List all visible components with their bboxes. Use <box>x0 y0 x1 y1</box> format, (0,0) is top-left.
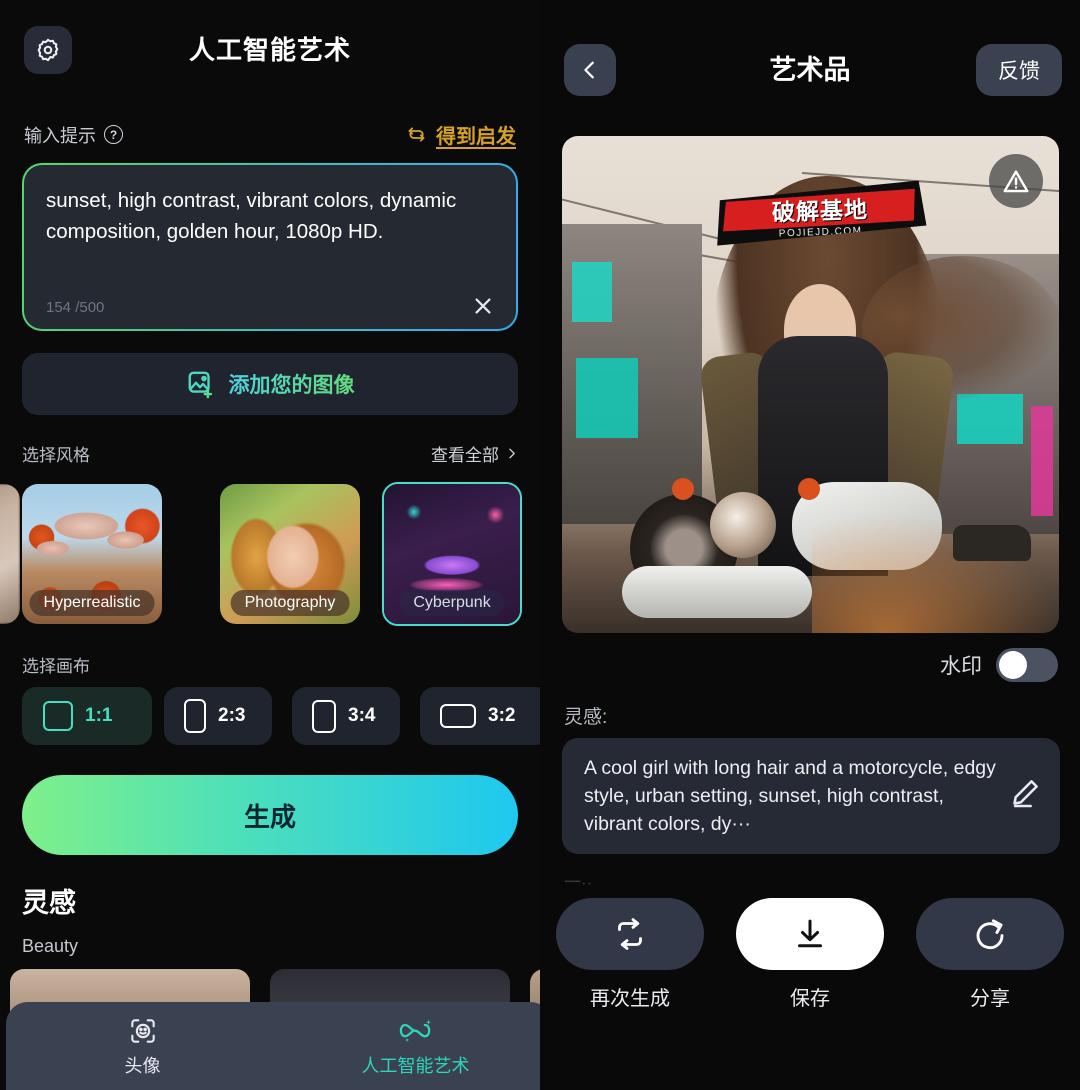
char-counter: 154 /500 <box>46 299 105 316</box>
landscape-shape-icon <box>440 704 476 728</box>
question-icon[interactable]: ? <box>104 125 123 144</box>
clear-prompt-button[interactable] <box>468 291 498 321</box>
chevron-right-icon <box>509 448 515 459</box>
motorcycle-indicator <box>798 478 820 500</box>
watermark-frame: 破解基地 POJIEJD.COM <box>713 180 927 245</box>
add-your-image-label: 添加您的图像 <box>229 369 355 399</box>
prompt-text: sunset, high contrast, vibrant colors, d… <box>46 189 457 243</box>
action-label: 保存 <box>790 988 830 1010</box>
warning-badge[interactable] <box>989 154 1043 208</box>
inspiration-title: 灵感 <box>22 888 76 918</box>
page-title: 人工智能艺术 <box>188 35 351 65</box>
pencil-icon <box>1013 780 1038 808</box>
action-share[interactable]: 分享 <box>900 898 1080 1011</box>
style-card-label: Photography <box>230 590 350 616</box>
style-card[interactable]: Hyperrealistic <box>22 484 162 624</box>
left-header: 人工智能艺术 <box>0 0 540 100</box>
see-all-label: 查看全部 <box>431 446 499 465</box>
canvas-title: 选择画布 <box>22 657 90 676</box>
ratio-selector: 1:1 2:3 3:4 3:2 <box>0 687 540 749</box>
save-button[interactable] <box>736 898 884 970</box>
warning-icon <box>1003 170 1029 193</box>
style-card[interactable] <box>0 484 20 624</box>
motorcycle-fender <box>622 566 812 618</box>
watermark-overlay: 破解基地 POJIEJD.COM <box>713 180 927 245</box>
tab-label: 人工智能艺术 <box>361 1055 470 1076</box>
ratio-label: 1:1 <box>85 705 113 726</box>
action-label: 再次生成 <box>590 988 670 1010</box>
refresh-icon <box>408 127 425 142</box>
app-root: 人工智能艺术 输入提示 ? 得到启发 sunset, high contrast… <box>0 0 1080 1090</box>
bottom-tabbar: 头像 人工智能艺术 <box>6 1002 540 1090</box>
motorcycle-indicator <box>672 478 694 500</box>
ratio-option-3-2[interactable]: 3:2 <box>420 687 540 745</box>
prompt-label-row: 输入提示 ? 得到启发 <box>0 120 540 149</box>
inspiration-label: 灵感: <box>564 707 608 728</box>
styles-title: 选择风格 <box>22 446 90 465</box>
ratio-label: 3:2 <box>488 705 516 726</box>
feedback-button[interactable]: 反馈 <box>976 44 1062 96</box>
action-save[interactable]: 保存 <box>720 898 900 1011</box>
style-card-label: Hyperrealistic <box>29 590 155 616</box>
prompt-label: 输入提示 <box>24 125 96 146</box>
prompt-input-wrapper: sunset, high contrast, vibrant colors, d… <box>22 163 518 331</box>
portrait-shape-icon <box>184 699 206 733</box>
square-shape-icon <box>43 701 73 731</box>
download-icon <box>798 919 822 948</box>
generate-button[interactable]: 生成 <box>22 775 518 855</box>
get-inspired-label: 得到启发 <box>436 126 516 148</box>
add-your-image-button[interactable]: 添加您的图像 <box>22 353 518 415</box>
tab-label: 头像 <box>124 1055 161 1076</box>
inspiration-prompt-box[interactable]: A cool girl with long hair and a motorcy… <box>562 738 1060 854</box>
ai-sparkle-icon <box>399 1019 431 1042</box>
regenerate-button[interactable] <box>556 898 704 970</box>
tab-avatar[interactable]: 头像 <box>6 1002 279 1090</box>
neon-sign <box>572 262 612 322</box>
left-panel: 人工智能艺术 输入提示 ? 得到启发 sunset, high contrast… <box>0 0 540 1090</box>
right-panel: 艺术品 反馈 破解基地 POJIEJD.COM 水印 灵感: A cool gi… <box>540 0 1080 1090</box>
toggle-knob <box>999 651 1027 679</box>
edit-prompt-button[interactable] <box>1008 776 1042 810</box>
share-button[interactable] <box>916 898 1064 970</box>
see-all-styles-button[interactable]: 查看全部 <box>431 441 518 466</box>
ratio-label: 3:4 <box>348 705 376 726</box>
action-bar: 再次生成 保存 分享 <box>540 898 1080 1011</box>
portrait-shape-icon <box>312 699 336 733</box>
image-plus-icon <box>188 371 212 399</box>
watermark-toggle[interactable] <box>996 648 1058 682</box>
prompt-label-group: 输入提示 ? <box>24 122 123 148</box>
truncated-text: 一·· <box>564 873 593 892</box>
regenerate-icon <box>618 918 642 950</box>
close-icon <box>475 298 491 314</box>
get-inspired-button[interactable]: 得到启发 <box>406 120 516 149</box>
neon-sign <box>1031 406 1053 516</box>
action-regenerate[interactable]: 再次生成 <box>540 898 720 1011</box>
neon-sign <box>576 358 638 438</box>
style-card[interactable]: Photography <box>220 484 360 624</box>
style-carousel[interactable]: Hyperrealistic Photography Cyberpunk <box>0 478 540 630</box>
styles-header: 选择风格 查看全部 <box>0 441 540 466</box>
motorcycle-headlight <box>710 492 776 558</box>
action-label: 分享 <box>970 988 1010 1010</box>
ratio-option-1-1[interactable]: 1:1 <box>22 687 152 745</box>
right-header: 艺术品 反馈 <box>540 0 1080 120</box>
artwork-image[interactable]: 破解基地 POJIEJD.COM <box>562 136 1059 633</box>
style-card-label: Cyberpunk <box>399 590 505 616</box>
ratio-label: 2:3 <box>218 705 246 726</box>
ratio-option-3-4[interactable]: 3:4 <box>292 687 400 745</box>
background-car <box>953 525 1031 561</box>
watermark-label: 水印 <box>940 655 982 678</box>
watermark-toggle-row: 水印 <box>940 648 1058 682</box>
inspiration-category: Beauty <box>22 936 79 956</box>
face-scan-icon <box>130 1018 155 1043</box>
inspiration-prompt-text: A cool girl with long hair and a motorcy… <box>584 757 996 835</box>
ratio-option-2-3[interactable]: 2:3 <box>164 687 272 745</box>
share-icon <box>976 919 1004 950</box>
style-card-selected[interactable]: Cyberpunk <box>382 482 522 626</box>
style-thumbnail <box>0 484 20 624</box>
tab-ai-art[interactable]: 人工智能艺术 <box>279 1002 540 1090</box>
prompt-input[interactable]: sunset, high contrast, vibrant colors, d… <box>24 165 516 329</box>
